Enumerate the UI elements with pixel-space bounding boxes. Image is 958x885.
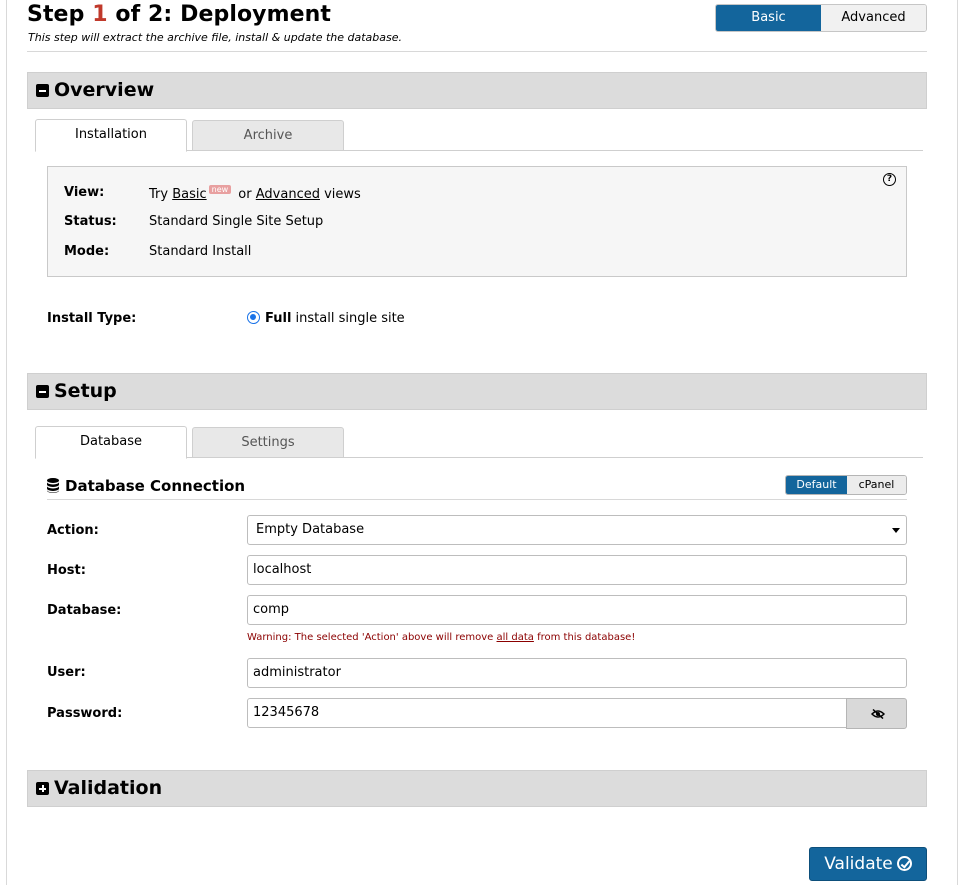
full-install-radio[interactable]	[247, 311, 260, 324]
host-input[interactable]: localhost	[247, 555, 907, 585]
expand-icon	[36, 782, 49, 795]
check-circle-icon	[896, 856, 912, 871]
database-connection-title: Database Connection	[47, 477, 245, 495]
status-label: Status:	[64, 214, 117, 229]
cpanel-mode-button[interactable]: cPanel	[847, 476, 906, 494]
overview-heading: Overview	[54, 79, 155, 101]
action-select[interactable]: Empty Database	[247, 515, 907, 545]
advanced-view-link[interactable]: Advanced	[256, 187, 320, 202]
mode-label: Mode:	[64, 244, 110, 259]
validate-button[interactable]: Validate	[809, 847, 927, 881]
password-input[interactable]: 12345678	[247, 698, 847, 728]
eye-slash-icon	[871, 709, 885, 719]
advanced-view-button[interactable]: Advanced	[821, 5, 926, 31]
view-value: Try Basic new or Advanced views	[149, 185, 361, 202]
mode-value: Standard Install	[149, 244, 252, 259]
database-label: Database:	[47, 603, 122, 618]
tab-installation[interactable]: Installation	[35, 119, 187, 152]
status-value: Standard Single Site Setup	[149, 214, 324, 229]
database-icon	[47, 478, 59, 493]
collapse-icon	[36, 84, 49, 97]
help-icon[interactable]: ?	[883, 173, 896, 186]
view-mode-toggle: Basic Advanced	[715, 4, 927, 32]
db-title-divider	[47, 499, 907, 500]
validation-section-header[interactable]: Validation	[27, 770, 927, 807]
user-input[interactable]: administrator	[247, 658, 907, 688]
full-install-option-label[interactable]: Full install single site	[265, 311, 405, 326]
password-label: Password:	[47, 706, 123, 721]
action-label: Action:	[47, 523, 99, 538]
tab-database[interactable]: Database	[35, 426, 187, 459]
overview-section-header[interactable]: Overview	[27, 72, 927, 109]
step-number: 1	[92, 2, 108, 27]
tab-archive[interactable]: Archive	[192, 120, 344, 151]
validation-heading: Validation	[54, 777, 163, 799]
user-label: User:	[47, 665, 86, 680]
basic-view-button[interactable]: Basic	[716, 5, 821, 31]
page-title: Step 1 of 2: Deployment	[27, 2, 332, 27]
default-mode-button[interactable]: Default	[786, 476, 847, 494]
all-data-link: all data	[496, 632, 534, 643]
overview-tabs: Installation Archive	[35, 119, 923, 152]
overview-info-box: ? View: Try Basic new or Advanced views S…	[47, 166, 907, 277]
database-input[interactable]: comp	[247, 595, 907, 625]
new-badge: new	[208, 185, 232, 194]
db-connection-mode-toggle: Default cPanel	[785, 475, 907, 495]
header-divider	[27, 51, 927, 52]
action-select-value: Empty Database	[256, 522, 365, 537]
collapse-icon	[36, 385, 49, 398]
tab-settings[interactable]: Settings	[192, 427, 344, 458]
setup-tabs: Database Settings	[35, 426, 923, 459]
view-label: View:	[64, 185, 105, 200]
install-type-label: Install Type:	[47, 311, 137, 326]
host-label: Host:	[47, 563, 86, 578]
basic-view-link[interactable]: Basic	[172, 187, 206, 202]
toggle-password-visibility-button[interactable]	[846, 698, 907, 729]
setup-heading: Setup	[54, 380, 117, 402]
page-subtitle: This step will extract the archive file,…	[28, 31, 403, 44]
chevron-down-icon	[892, 528, 900, 533]
setup-section-header[interactable]: Setup	[27, 373, 927, 410]
database-warning: Warning: The selected 'Action' above wil…	[247, 632, 636, 643]
